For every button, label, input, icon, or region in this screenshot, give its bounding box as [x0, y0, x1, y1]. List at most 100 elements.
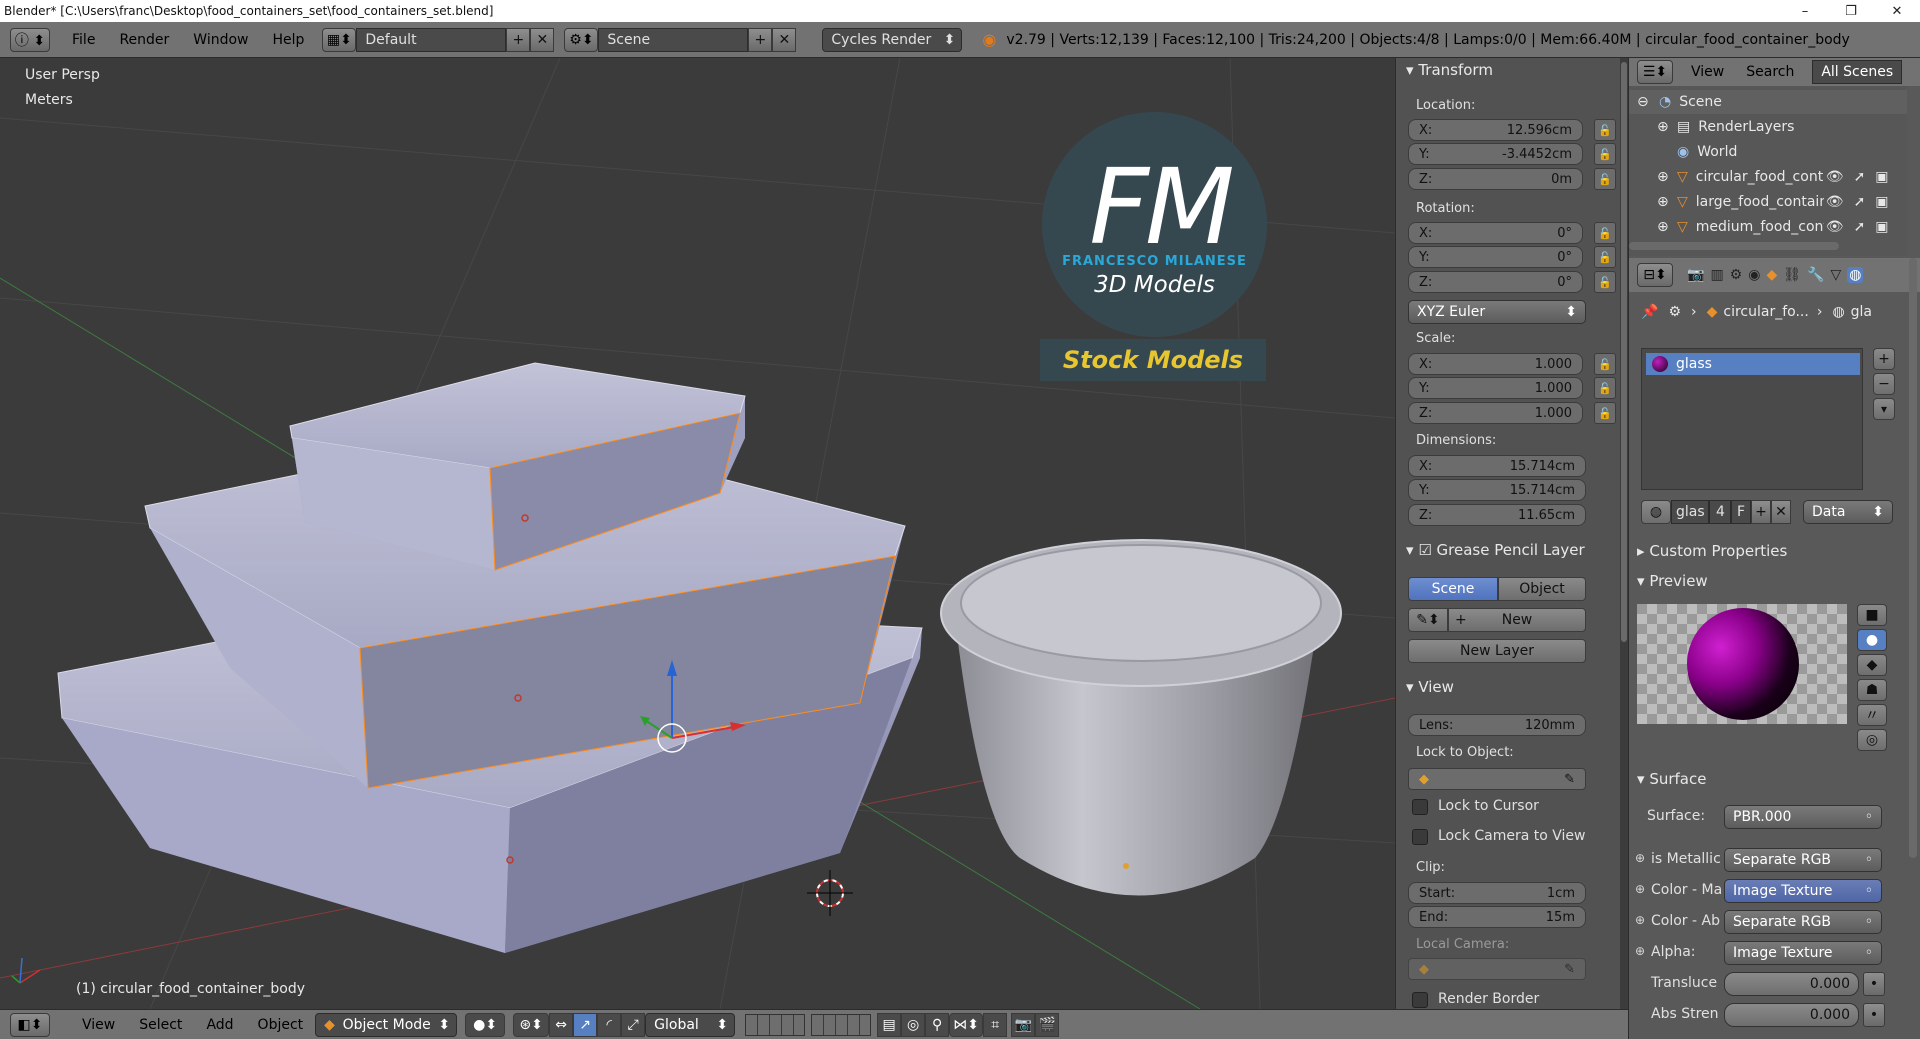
cursor-select-icon[interactable]: ➚ — [1854, 169, 1866, 185]
outliner-item-medium[interactable]: ⊕ ▽ medium_food_conta 👁 ➚ ▣ — [1629, 215, 1907, 239]
preview-sphere-icon[interactable]: ● — [1857, 629, 1887, 651]
local-camera-field[interactable]: ◆ ✎ — [1408, 958, 1586, 980]
remove-slot-icon[interactable]: − — [1873, 373, 1895, 395]
checkbox-icon[interactable]: ☑ — [1418, 541, 1431, 559]
lock-icon[interactable]: 🔓 — [1594, 402, 1616, 424]
tab-gp-scene[interactable]: Scene — [1408, 577, 1498, 601]
expand-icon[interactable]: ⊖ — [1637, 94, 1653, 110]
material-browse-icon[interactable]: ◍ — [1641, 500, 1671, 524]
layers-grid-2[interactable] — [811, 1013, 872, 1036]
rotation-x-field[interactable]: X: 0° — [1408, 222, 1583, 244]
expand-icon[interactable]: ⊕ — [1635, 913, 1645, 927]
lock-icon[interactable]: 🔓 — [1594, 377, 1616, 399]
expand-icon[interactable]: ⊕ — [1657, 194, 1673, 210]
scene-tab-icon[interactable]: ⚙ — [1730, 267, 1743, 283]
surface-shader-select[interactable]: PBR.000 ◦ — [1724, 805, 1882, 829]
scale-manipulator-icon[interactable]: ⤢ — [621, 1012, 646, 1037]
outliner-item-renderlayers[interactable]: ⊕ ▤ RenderLayers — [1629, 115, 1907, 139]
slot-menu-icon[interactable]: ▾ — [1873, 398, 1895, 420]
tab-gp-object[interactable]: Object — [1498, 577, 1586, 601]
rotation-y-field[interactable]: Y: 0° — [1408, 246, 1583, 268]
properties-editor-icon[interactable]: ⊟⬍ — [1637, 263, 1673, 287]
render-animation-icon[interactable]: 🎬 — [1035, 1012, 1060, 1037]
scene-icon[interactable]: ⚙⬍ — [564, 27, 599, 52]
mode-select[interactable]: ◆ Object Mode ⬍ — [315, 1012, 458, 1037]
outliner-item-large[interactable]: ⊕ ▽ large_food_containe 👁 ➚ ▣ — [1629, 190, 1907, 214]
rotation-mode-select[interactable]: XYZ Euler ⬍ — [1408, 300, 1586, 324]
lock-icon[interactable]: 🔓 — [1594, 271, 1616, 293]
rotate-manipulator-icon[interactable]: ◜ — [597, 1012, 622, 1037]
transform-panel-header[interactable]: ▾ Transform — [1406, 61, 1493, 79]
rotation-z-field[interactable]: Z: 0° — [1408, 271, 1583, 293]
menu-add[interactable]: Add — [194, 1017, 245, 1033]
editor-type-3dview-icon[interactable]: ◧⬍ — [10, 1012, 50, 1037]
eyedropper-icon[interactable]: ✎ — [1564, 962, 1575, 977]
lock-icon[interactable]: 🔓 — [1594, 353, 1616, 375]
menu-file[interactable]: File — [60, 32, 107, 48]
outliner-menu-view[interactable]: View — [1691, 64, 1724, 80]
preview-cube-icon[interactable]: ◆ — [1857, 654, 1887, 676]
socket-dot-icon[interactable]: • — [1863, 1003, 1885, 1027]
socket-dot-icon[interactable]: • — [1863, 972, 1885, 996]
color-ma-input[interactable]: Image Texture ◦ — [1724, 879, 1882, 903]
material-link-select[interactable]: Data ⬍ — [1803, 500, 1893, 524]
lock-icon[interactable]: 🔓 — [1594, 222, 1616, 244]
scene-field[interactable]: Scene — [598, 27, 749, 52]
grease-pencil-panel-header[interactable]: ▾ ☑ Grease Pencil Layer — [1406, 541, 1585, 559]
snap-element-icon[interactable]: ⋈⬍ — [949, 1012, 984, 1037]
close-button[interactable]: ✕ — [1874, 0, 1920, 22]
preview-world-icon[interactable]: ◎ — [1857, 729, 1887, 751]
new-material-icon[interactable]: + — [1751, 500, 1771, 524]
shelf-scrollbar[interactable] — [1620, 58, 1628, 1009]
menu-select[interactable]: Select — [127, 1017, 194, 1033]
minimize-button[interactable]: – — [1782, 0, 1828, 22]
3d-cursor[interactable] — [807, 870, 853, 916]
scale-y-field[interactable]: Y: 1.000 — [1408, 377, 1583, 399]
outliner-item-circular[interactable]: ⊕ ▽ circular_food_conta 👁 ➚ ▣ — [1629, 165, 1907, 189]
abs-strength-slider[interactable]: 0.000 — [1724, 1003, 1859, 1027]
add-layout-icon[interactable]: + — [506, 27, 531, 52]
location-x-field[interactable]: X: 12.596cm — [1408, 119, 1583, 141]
scale-x-field[interactable]: X: 1.000 — [1408, 353, 1583, 375]
transform-orientation-select[interactable]: Global ⬍ — [645, 1012, 736, 1037]
render-icon[interactable]: ▣ — [1875, 219, 1888, 235]
material-tab-icon[interactable]: ◍ — [1847, 267, 1864, 283]
surface-header[interactable]: ▾ Surface — [1637, 770, 1706, 788]
translucency-slider[interactable]: 0.000 — [1724, 972, 1859, 996]
lens-field[interactable]: Lens: 120mm — [1408, 714, 1586, 736]
clip-end-field[interactable]: End: 15m — [1408, 906, 1586, 928]
screen-layout-icon[interactable]: ▦⬍ — [322, 27, 357, 52]
lock-icon[interactable]: 🔓 — [1594, 246, 1616, 268]
lock-object-field[interactable]: ◆ ✎ — [1408, 768, 1586, 790]
eye-icon[interactable]: 👁 — [1826, 194, 1844, 210]
world-tab-icon[interactable]: ◉ — [1748, 267, 1760, 283]
material-slot-item[interactable]: glass — [1646, 353, 1860, 375]
maximize-button[interactable]: ❐ — [1828, 0, 1874, 22]
outliner-editor-icon[interactable]: ☰⬍ — [1637, 60, 1673, 84]
expand-icon[interactable]: ⊕ — [1635, 944, 1645, 958]
preview-flat-icon[interactable]: ■ — [1857, 604, 1887, 626]
expand-icon[interactable]: ⊕ — [1635, 851, 1645, 865]
pin-icon[interactable]: 📌 — [1641, 304, 1658, 320]
add-slot-icon[interactable]: + — [1873, 348, 1895, 370]
fake-user-button[interactable]: F — [1731, 500, 1751, 524]
menu-view[interactable]: View — [70, 1017, 127, 1033]
menu-help[interactable]: Help — [260, 32, 316, 48]
preview-hair-icon[interactable]: 〃 — [1857, 704, 1887, 726]
proportional-edit-icon[interactable]: ◎ — [901, 1012, 926, 1037]
preview-header[interactable]: ▾ Preview — [1637, 572, 1708, 590]
dimensions-x-field[interactable]: X: 15.714cm — [1408, 455, 1586, 477]
editor-type-info-icon[interactable]: ⓘ ⬍ — [10, 27, 50, 52]
menu-window[interactable]: Window — [181, 32, 260, 48]
render-icon[interactable]: ▣ — [1875, 194, 1888, 210]
expand-icon[interactable]: ⊕ — [1657, 169, 1673, 185]
snap-toggle-icon[interactable]: ⚲ — [925, 1012, 950, 1037]
remove-layout-icon[interactable]: ✕ — [530, 27, 555, 52]
object-tab-icon[interactable]: ◆ — [1766, 267, 1777, 283]
scrollbar-thumb[interactable] — [1621, 62, 1627, 642]
add-scene-icon[interactable]: + — [748, 27, 773, 52]
is-metallic-input[interactable]: Separate RGB ◦ — [1724, 848, 1882, 872]
render-border-checkbox[interactable] — [1412, 992, 1428, 1008]
layers-tab-icon[interactable]: ▥ — [1710, 267, 1723, 283]
unlink-material-icon[interactable]: ✕ — [1771, 500, 1791, 524]
